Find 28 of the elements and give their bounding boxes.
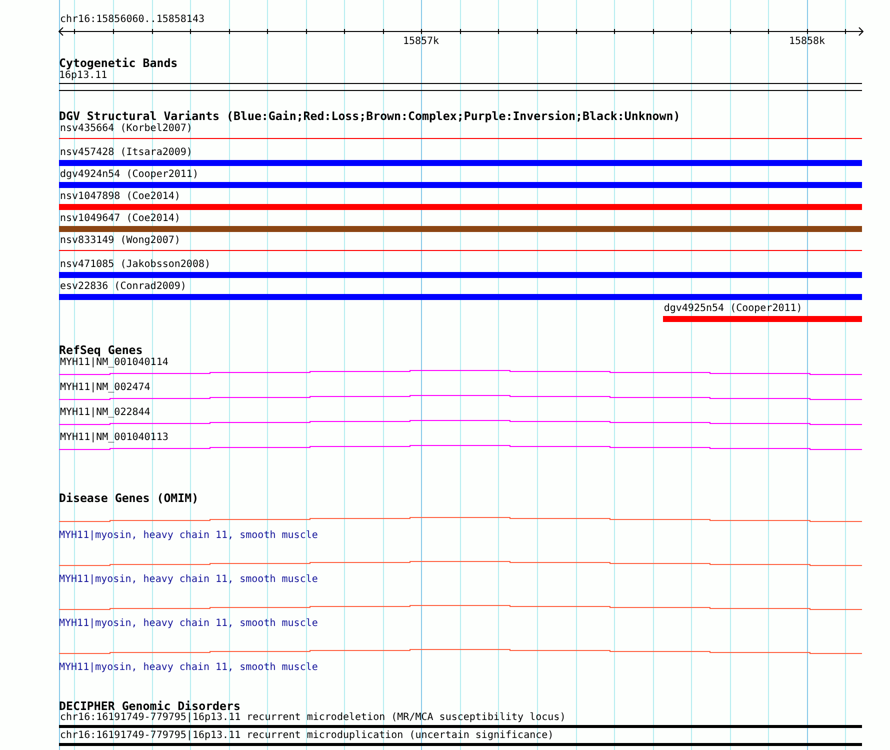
variant-label: dgv4924n54 (Cooper2011) <box>59 169 198 180</box>
track-title: DGV Structural Variants (Blue:Gain;Red:Loss;Brown:Complex;Purple:Inversion;Black:Unknown) <box>59 110 682 123</box>
disease-gene-label: MYH11|myosin, heavy chain 11, smooth muscle <box>59 618 318 629</box>
variant-label: nsv457428 (Itsara2009) <box>59 147 192 158</box>
variant-label: nsv1047898 (Coe2014) <box>59 191 180 202</box>
disease-gene-label: MYH11|myosin, heavy chain 11, smooth muscle <box>59 662 318 673</box>
variant-label: nsv435664 (Korbel2007) <box>59 123 192 134</box>
track-title: Cytogenetic Bands <box>59 57 179 70</box>
variant-label: esv22836 (Conrad2009) <box>59 281 186 292</box>
track-title: RefSeq Genes <box>59 344 144 357</box>
variant-label: nsv1049647 (Coe2014) <box>59 213 180 224</box>
disease-gene-label: MYH11|myosin, heavy chain 11, smooth muscle <box>59 530 318 541</box>
tick-label: 15857k <box>402 36 440 48</box>
gene-label: MYH11|NM_002474 <box>59 382 150 393</box>
gene-label: MYH11|NM_001040114 <box>59 357 168 368</box>
variant-label: dgv4925n54 (Cooper2011) <box>662 303 802 314</box>
disease-gene-label: MYH11|myosin, heavy chain 11, smooth muscle <box>59 574 318 585</box>
variant-label: nsv833149 (Wong2007) <box>59 235 180 246</box>
disorder-label: chr16:16191749-779795|16p13.11 recurrent microduplication (uncertain significance) <box>59 730 554 741</box>
gene-label: MYH11|NM_001040113 <box>59 432 168 443</box>
track-title: DECIPHER Genomic Disorders <box>59 700 242 712</box>
track-title: Disease Genes (OMIM) <box>59 492 200 505</box>
location-label: chr16:15856060..15858143 <box>59 14 206 26</box>
tick-label: 15858k <box>788 36 826 48</box>
gene-label: MYH11|NM_022844 <box>59 407 150 418</box>
band-label: 16p13.11 <box>59 70 108 82</box>
variant-label: nsv471085 (Jakobsson2008) <box>59 259 211 270</box>
disorder-label: chr16:16191749-779795|16p13.11 recurrent microdeletion (MR/MCA susceptibility locus) <box>59 712 566 723</box>
